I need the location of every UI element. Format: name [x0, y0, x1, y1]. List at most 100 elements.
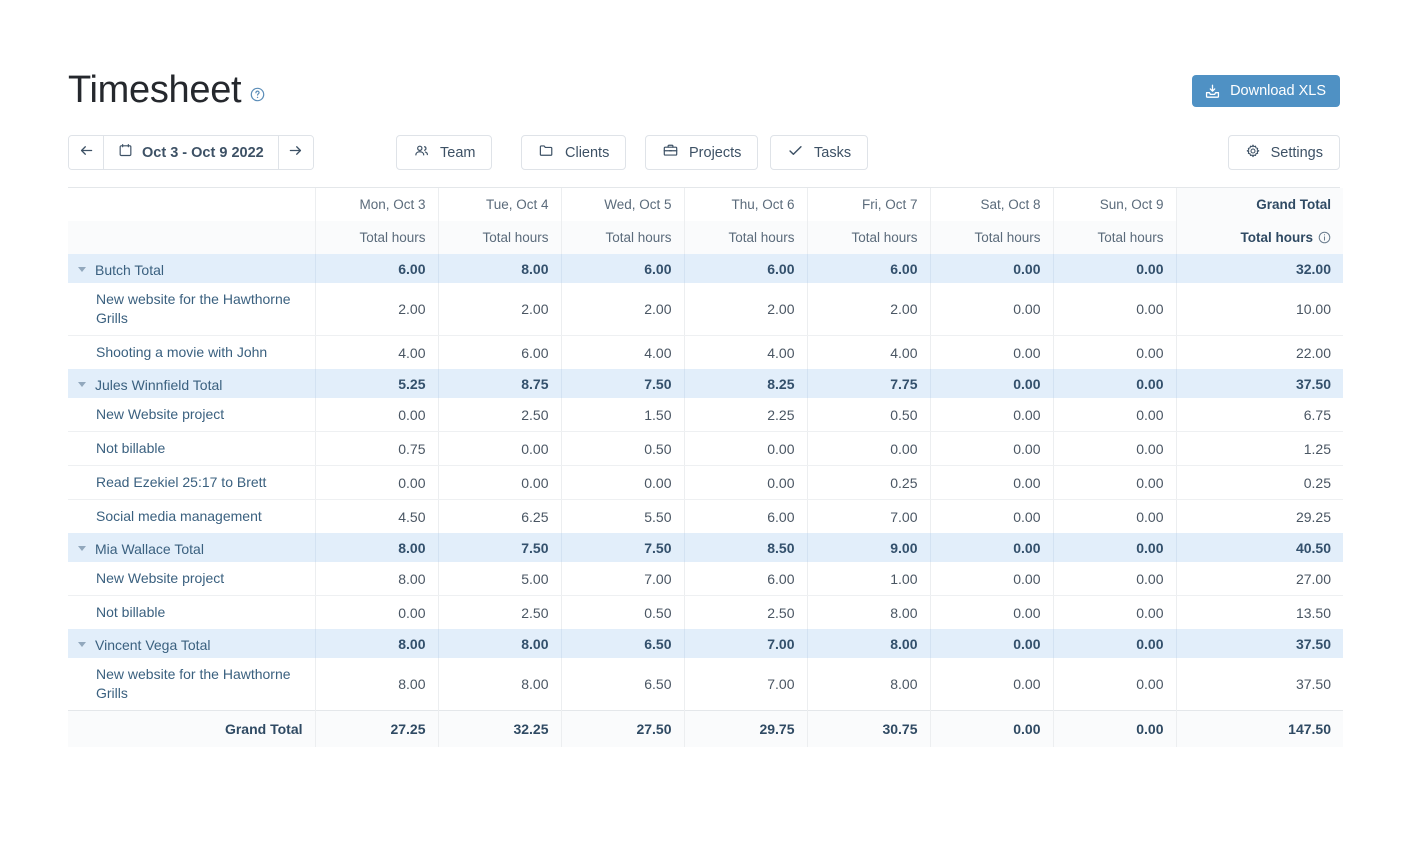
- group-day-value: 6.00: [807, 254, 930, 283]
- table-row[interactable]: Read Ezekiel 25:17 to Brett0.000.000.000…: [68, 466, 1343, 500]
- row-day-value: 8.00: [438, 658, 561, 711]
- download-xls-button[interactable]: Download XLS: [1192, 75, 1340, 107]
- table-row[interactable]: New website for the Hawthorne Grills8.00…: [68, 658, 1343, 711]
- group-grand-total-value: 37.50: [1176, 369, 1343, 398]
- row-name-cell[interactable]: Not billable: [68, 432, 315, 466]
- row-name-cell[interactable]: Read Ezekiel 25:17 to Brett: [68, 466, 315, 500]
- row-day-value: 6.25: [438, 500, 561, 534]
- header-unit-day-1: Total hours: [438, 221, 561, 254]
- grand-total-day-value: 32.25: [438, 711, 561, 747]
- row-day-value: 2.00: [438, 283, 561, 336]
- table-row[interactable]: New website for the Hawthorne Grills 2.00…: [68, 283, 1343, 336]
- row-name-cell[interactable]: Not billable: [68, 596, 315, 630]
- row-day-value: 0.00: [1053, 562, 1176, 596]
- date-range-label: Oct 3 - Oct 9 2022: [142, 145, 264, 161]
- row-day-value: 8.00: [315, 562, 438, 596]
- group-day-value: 0.00: [1053, 533, 1176, 562]
- row-name-cell[interactable]: New Website project: [68, 398, 315, 432]
- table-row[interactable]: Social media management4.506.255.506.007…: [68, 500, 1343, 534]
- row-day-value: 0.00: [930, 500, 1053, 534]
- group-day-value: 7.50: [561, 369, 684, 398]
- table-row[interactable]: New Website project8.005.007.006.001.000…: [68, 562, 1343, 596]
- date-range-picker[interactable]: Oct 3 - Oct 9 2022: [104, 136, 278, 169]
- table-row[interactable]: New Website project0.002.501.502.250.500…: [68, 398, 1343, 432]
- header-day-1: Tue, Oct 4: [438, 188, 561, 221]
- group-name-cell[interactable]: Jules Winnfield Total: [68, 369, 315, 398]
- row-day-value: 8.00: [315, 658, 438, 711]
- row-day-value: 0.00: [1053, 398, 1176, 432]
- filter-projects-label: Projects: [689, 145, 741, 161]
- group-total-row[interactable]: Butch Total6.008.006.006.006.000.000.003…: [68, 254, 1343, 283]
- grand-total-day-value: 30.75: [807, 711, 930, 747]
- calendar-icon: [118, 143, 133, 162]
- filter-tasks-label: Tasks: [814, 145, 851, 161]
- header-unit-day-6: Total hours: [1053, 221, 1176, 254]
- group-total-row[interactable]: Jules Winnfield Total5.258.757.508.257.7…: [68, 369, 1343, 398]
- row-day-value: 2.50: [684, 596, 807, 630]
- group-day-value: 8.00: [807, 629, 930, 658]
- group-day-value: 8.50: [684, 533, 807, 562]
- group-total-row[interactable]: Mia Wallace Total8.007.507.508.509.000.0…: [68, 533, 1343, 562]
- table-row[interactable]: Not billable0.750.000.500.000.000.000.00…: [68, 432, 1343, 466]
- group-day-value: 7.50: [438, 533, 561, 562]
- group-day-value: 7.50: [561, 533, 684, 562]
- header-day-4: Fri, Oct 7: [807, 188, 930, 221]
- info-circle-icon[interactable]: [1318, 231, 1331, 244]
- row-day-value: 4.00: [315, 336, 438, 370]
- row-day-value: 4.50: [315, 500, 438, 534]
- group-day-value: 8.75: [438, 369, 561, 398]
- header-unit-day-0: Total hours: [315, 221, 438, 254]
- filter-projects-button[interactable]: Projects: [645, 135, 758, 170]
- collapse-caret-icon[interactable]: [78, 382, 86, 387]
- filter-team-button[interactable]: Team: [396, 135, 492, 170]
- previous-week-button[interactable]: [69, 136, 104, 169]
- row-day-value: 0.00: [315, 466, 438, 500]
- row-grand-total-value: 22.00: [1176, 336, 1343, 370]
- row-day-value: 2.00: [561, 283, 684, 336]
- next-week-button[interactable]: [278, 136, 313, 169]
- table-row[interactable]: Not billable0.002.500.502.508.000.000.00…: [68, 596, 1343, 630]
- settings-button[interactable]: Settings: [1228, 135, 1340, 170]
- group-day-value: 8.00: [315, 533, 438, 562]
- grand-total-label-cell: Grand Total: [68, 711, 315, 747]
- row-day-value: 0.00: [930, 398, 1053, 432]
- filter-clients-button[interactable]: Clients: [521, 135, 626, 170]
- row-grand-total-value: 13.50: [1176, 596, 1343, 630]
- table-row[interactable]: Shooting a movie with John4.006.004.004.…: [68, 336, 1343, 370]
- row-grand-total-value: 29.25: [1176, 500, 1343, 534]
- row-name-cell[interactable]: Shooting a movie with John: [68, 336, 315, 370]
- timesheet-table-wrapper: Mon, Oct 3Tue, Oct 4Wed, Oct 5Thu, Oct 6…: [68, 187, 1340, 747]
- header-unit-grand-total-label: Total hours: [1241, 230, 1314, 245]
- collapse-caret-icon[interactable]: [78, 546, 86, 551]
- row-day-value: 0.00: [807, 432, 930, 466]
- row-day-value: 2.25: [684, 398, 807, 432]
- group-name-cell[interactable]: Butch Total: [68, 254, 315, 283]
- row-day-value: 0.00: [1053, 500, 1176, 534]
- group-day-value: 0.00: [1053, 254, 1176, 283]
- table-body: Butch Total6.008.006.006.006.000.000.003…: [68, 254, 1343, 747]
- group-day-value: 6.00: [684, 254, 807, 283]
- row-name-cell[interactable]: New website for the Hawthorne Grills: [68, 283, 315, 336]
- row-name-cell[interactable]: New Website project: [68, 562, 315, 596]
- folder-icon: [538, 142, 555, 163]
- row-grand-total-value: 0.25: [1176, 466, 1343, 500]
- row-day-value: 6.00: [438, 336, 561, 370]
- group-grand-total-value: 37.50: [1176, 629, 1343, 658]
- row-name-cell[interactable]: Social media management: [68, 500, 315, 534]
- group-day-value: 8.25: [684, 369, 807, 398]
- group-day-value: 0.00: [930, 533, 1053, 562]
- row-day-value: 8.00: [807, 658, 930, 711]
- row-day-value: 0.00: [1053, 466, 1176, 500]
- row-name-cell[interactable]: New website for the Hawthorne Grills: [68, 658, 315, 711]
- collapse-caret-icon[interactable]: [78, 267, 86, 272]
- filter-tasks-button[interactable]: Tasks: [770, 135, 868, 170]
- header-row-dates: Mon, Oct 3Tue, Oct 4Wed, Oct 5Thu, Oct 6…: [68, 188, 1343, 221]
- group-name-cell[interactable]: Vincent Vega Total: [68, 629, 315, 658]
- question-circle-icon[interactable]: [250, 87, 265, 102]
- grand-total-day-value: 29.75: [684, 711, 807, 747]
- group-name-cell[interactable]: Mia Wallace Total: [68, 533, 315, 562]
- collapse-caret-icon[interactable]: [78, 642, 86, 647]
- group-total-row[interactable]: Vincent Vega Total8.008.006.507.008.000.…: [68, 629, 1343, 658]
- briefcase-icon: [662, 142, 679, 163]
- group-grand-total-value: 32.00: [1176, 254, 1343, 283]
